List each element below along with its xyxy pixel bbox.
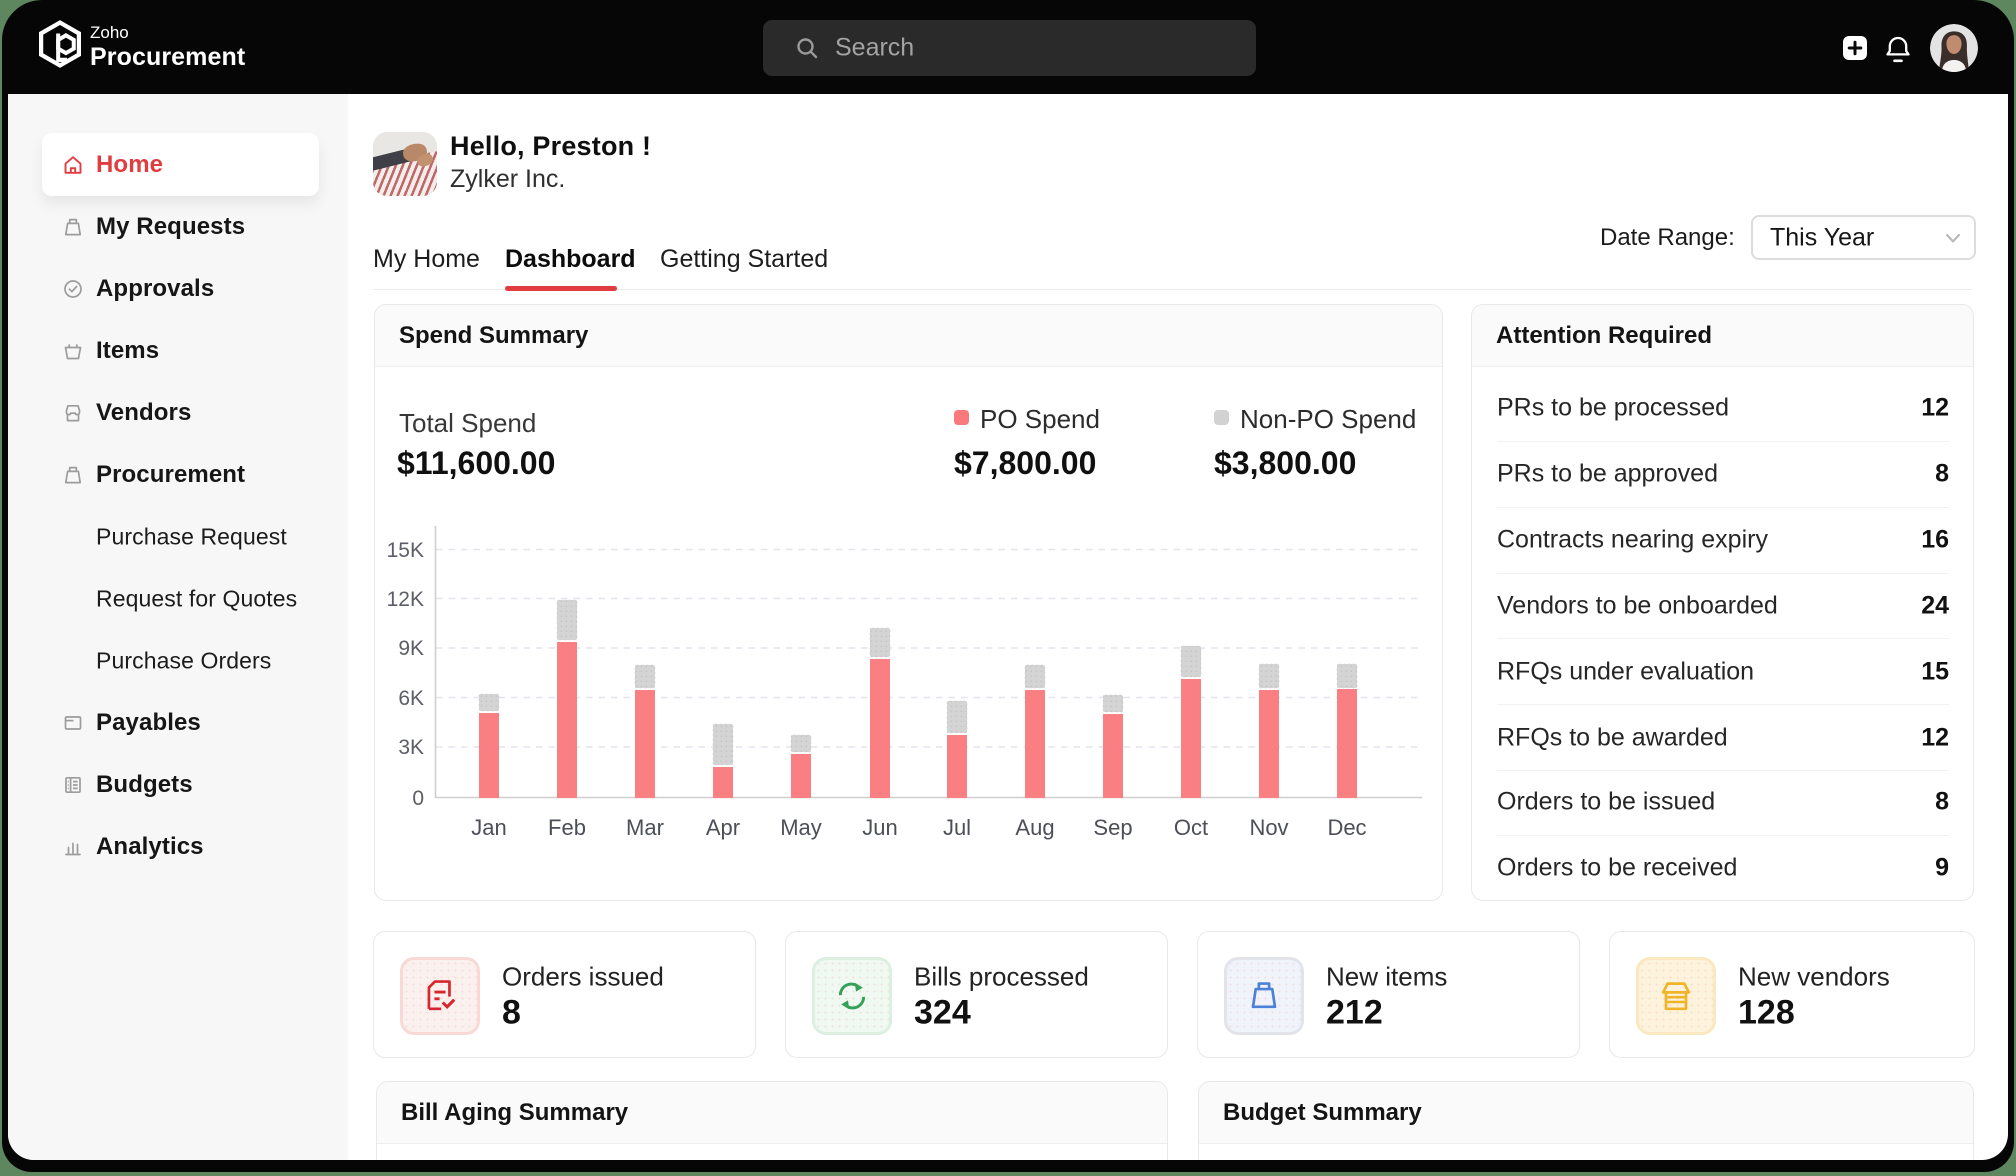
svg-text:9K: 9K: [398, 637, 424, 660]
svg-text:15K: 15K: [387, 539, 424, 562]
svg-text:Jul: Jul: [943, 815, 971, 840]
svg-text:Oct: Oct: [1174, 815, 1208, 840]
svg-text:May: May: [780, 815, 822, 840]
svg-text:Mar: Mar: [626, 815, 664, 840]
svg-text:Jun: Jun: [862, 815, 897, 840]
svg-text:Sep: Sep: [1093, 815, 1132, 840]
svg-text:Apr: Apr: [706, 815, 740, 840]
svg-text:Dec: Dec: [1327, 815, 1366, 840]
svg-text:Feb: Feb: [548, 815, 586, 840]
svg-text:0: 0: [412, 787, 424, 810]
svg-text:6K: 6K: [398, 687, 424, 710]
svg-text:Aug: Aug: [1015, 815, 1054, 840]
svg-text:Nov: Nov: [1249, 815, 1288, 840]
svg-text:Jan: Jan: [471, 815, 506, 840]
svg-text:3K: 3K: [398, 736, 424, 759]
svg-text:12K: 12K: [387, 588, 424, 611]
